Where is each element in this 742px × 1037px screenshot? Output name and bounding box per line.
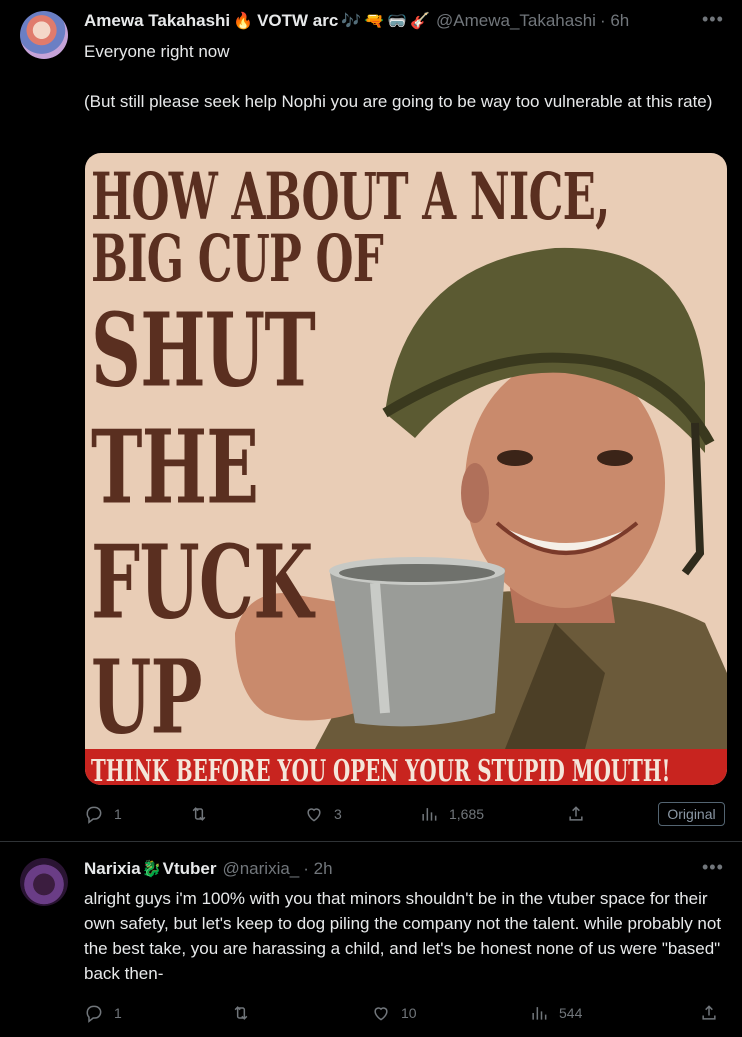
guitar-emoji: 🎸	[410, 13, 430, 30]
like-icon	[307, 808, 321, 822]
reply-icon	[86, 1005, 102, 1023]
views-count: 1,685	[449, 806, 485, 822]
repost-button[interactable]	[231, 1003, 261, 1023]
views-button[interactable]: 544	[529, 1003, 582, 1023]
more-icon[interactable]: •••	[702, 857, 724, 878]
share-icon	[702, 1005, 716, 1020]
poster-banner-text: THINK BEFORE YOU OPEN YOUR STUPID MOUTH!	[91, 754, 671, 785]
fire-emoji: 🔥	[233, 13, 254, 30]
tweet-text: alright guys i'm 100% with you that mino…	[84, 889, 722, 983]
tweet-header: Narixia 🐉 Vtuber @narixia_ · 2h	[84, 858, 333, 880]
share-button[interactable]	[566, 804, 586, 824]
music-emoji: 🎶	[341, 13, 362, 30]
views-count: 544	[559, 1005, 583, 1021]
timestamp[interactable]: · 2h	[303, 859, 332, 879]
tweet-header: Amewa Takahashi 🔥 VOTW arc 🎶 🔫 🥽 🎸 @Amew…	[84, 10, 629, 32]
author-handle[interactable]: @narixia_	[222, 859, 299, 879]
avatar[interactable]	[20, 858, 68, 906]
tweet-text-line: Everyone right now	[84, 42, 230, 61]
dragon-emoji: 🐉	[141, 861, 162, 878]
action-bar: 1 3 1,685	[84, 800, 730, 828]
reply-icon	[86, 806, 102, 824]
more-icon[interactable]: •••	[702, 9, 724, 30]
tweet-image[interactable]: HOW ABOUT A NICE, BIG CUP OF SHUT THE FU…	[85, 153, 727, 785]
views-icon	[532, 1007, 547, 1020]
share-button[interactable]	[699, 1003, 719, 1023]
poster-line: THE	[91, 408, 259, 527]
reply-button[interactable]: 1	[84, 1003, 122, 1023]
views-button[interactable]: 1,685	[419, 804, 484, 824]
like-button[interactable]: 10	[371, 1003, 417, 1023]
gun-emoji: 🔫	[364, 13, 385, 30]
like-count: 10	[401, 1005, 417, 1021]
repost-icon	[192, 807, 206, 821]
author-badge[interactable]: Vtuber	[163, 859, 217, 879]
tweet-1[interactable]: Amewa Takahashi 🔥 VOTW arc 🎶 🔫 🥽 🎸 @Amew…	[0, 0, 742, 842]
poster-line: BIG CUP OF	[91, 221, 384, 297]
like-button[interactable]: 3	[304, 804, 342, 824]
share-icon	[569, 806, 583, 821]
repost-button[interactable]	[189, 804, 219, 824]
tweet-text-line: (But still please seek help Nophi you ar…	[84, 92, 713, 111]
timestamp[interactable]: · 6h	[600, 11, 629, 31]
reply-button[interactable]: 1	[84, 804, 122, 824]
author-handle[interactable]: @Amewa_Takahashi	[436, 11, 596, 31]
poster-line: FUCK	[91, 523, 313, 642]
original-button[interactable]: Original	[658, 802, 725, 826]
poster-line: SHUT	[91, 291, 316, 410]
like-icon	[374, 1007, 388, 1021]
action-bar: 1 10 544	[84, 999, 730, 1027]
views-icon	[422, 808, 437, 821]
author-badge[interactable]: VOTW arc	[257, 11, 338, 31]
goggles-emoji: 🥽	[387, 13, 408, 30]
tweet-text: Everyone right now (But still please see…	[84, 39, 724, 114]
avatar[interactable]	[20, 11, 68, 59]
like-count: 3	[334, 806, 342, 822]
poster-banner: THINK BEFORE YOU OPEN YOUR STUPID MOUTH!	[85, 749, 727, 785]
reply-count: 1	[114, 806, 122, 822]
author-name[interactable]: Amewa Takahashi	[84, 11, 230, 31]
poster-line: UP	[91, 638, 203, 757]
repost-icon	[234, 1006, 248, 1020]
author-name[interactable]: Narixia	[84, 859, 141, 879]
reply-count: 1	[114, 1005, 122, 1021]
